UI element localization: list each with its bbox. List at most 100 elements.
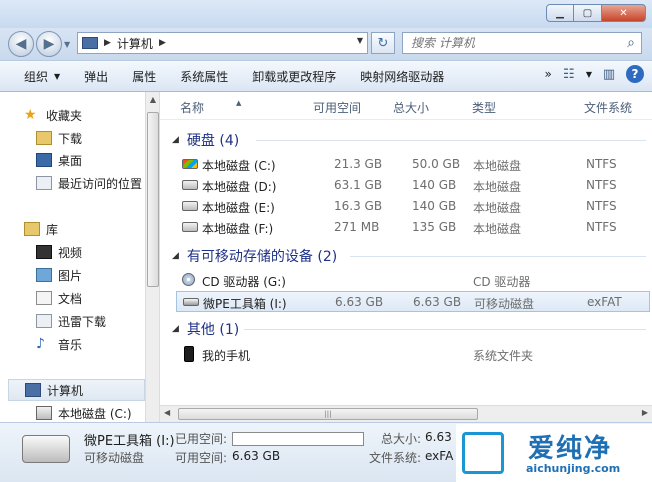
content-hscrollbar[interactable]: ◀ ||| ▶ <box>160 405 652 422</box>
search-input[interactable] <box>411 36 611 50</box>
more-commands-button[interactable]: » <box>545 67 552 81</box>
drive-free: 63.1 GB <box>334 178 383 192</box>
nav-scrollbar[interactable]: ▲ <box>145 92 159 422</box>
refresh-button[interactable]: ↻ <box>371 32 395 54</box>
content-pane: ▲ 名称 可用空间 总大小 类型 文件系统 ◢ 硬盘 (4) 本地磁盘 (C:) … <box>160 92 652 422</box>
drive-type: CD 驱动器 <box>473 275 531 289</box>
nav-local-c[interactable]: 本地磁盘 (C:) <box>36 402 159 422</box>
column-total-size[interactable]: 总大小 <box>393 99 429 116</box>
usb-drive-icon <box>183 298 199 306</box>
details-total-value: 6.63 <box>425 430 452 444</box>
group-other-label: 其他 (1) <box>186 322 240 338</box>
drive-type: 可移动磁盘 <box>474 297 535 311</box>
nav-music[interactable]: ♪ 音乐 <box>36 333 159 355</box>
chevron-right-icon[interactable]: ▶ <box>104 38 111 48</box>
system-properties-label: 系统属性 <box>180 69 229 84</box>
properties-button[interactable]: 属性 <box>120 64 168 88</box>
details-total-label: 总大小: <box>381 432 422 446</box>
view-options-icon[interactable]: ☷ <box>560 65 578 83</box>
search-box: ⌕ <box>402 32 642 54</box>
address-history-dropdown[interactable]: ▼ <box>357 36 363 45</box>
phone-row[interactable]: 我的手机 系统文件夹 <box>178 344 650 365</box>
drive-row-e[interactable]: 本地磁盘 (E:) 16.3 GB 140 GB 本地磁盘 NTFS <box>178 196 650 217</box>
drive-fs: exFAT <box>587 295 622 309</box>
address-row: ◀ ▶ ▼ ▶ 计算机 ▶ ▼ ↻ ⌕ <box>0 28 652 60</box>
maximize-button[interactable]: ▢ <box>574 4 602 22</box>
nav-libraries[interactable]: 库 <box>24 218 159 240</box>
nav-desktop[interactable]: 桌面 <box>36 149 159 171</box>
system-properties-button[interactable]: 系统属性 <box>168 64 240 88</box>
navigation-pane: ★ 收藏夹 下载 桌面 最近访问的位置 库 视频 图片 文档 迅雷下载 ♪ 音乐 计… <box>0 92 160 422</box>
group-removable[interactable]: ◢ 有可移动存储的设备 (2) <box>172 246 337 266</box>
drive-name: CD 驱动器 (G:) <box>202 275 286 289</box>
chevron-down-icon[interactable]: ▼ <box>586 70 592 79</box>
nav-desktop-label: 桌面 <box>58 153 83 168</box>
drive-type: 本地磁盘 <box>473 222 522 236</box>
phone-name: 我的手机 <box>202 349 251 363</box>
drive-row-c[interactable]: 本地磁盘 (C:) 21.3 GB 50.0 GB 本地磁盘 NTFS <box>178 154 650 175</box>
close-button[interactable]: ✕ <box>602 4 646 22</box>
nav-videos[interactable]: 视频 <box>36 241 159 263</box>
scroll-right-icon[interactable]: ▶ <box>642 408 648 417</box>
nav-scroll-thumb[interactable] <box>147 112 159 287</box>
watermark-title: 爱纯净 <box>528 434 613 464</box>
map-network-drive-button[interactable]: 映射网络驱动器 <box>348 64 456 88</box>
column-type[interactable]: 类型 <box>472 99 496 116</box>
scroll-left-icon[interactable]: ◀ <box>164 408 170 417</box>
nav-downloads[interactable]: 下载 <box>36 127 159 149</box>
drive-row-usb[interactable]: 微PE工具箱 (I:) 6.63 GB 6.63 GB 可移动磁盘 exFAT <box>176 291 650 312</box>
drive-icon <box>182 201 198 211</box>
nav-documents-label: 文档 <box>58 291 83 306</box>
group-other[interactable]: ◢ 其他 (1) <box>172 319 239 339</box>
recent-places-icon <box>36 176 52 190</box>
help-icon[interactable]: ? <box>626 65 644 83</box>
recent-pages-dropdown[interactable]: ▼ <box>64 40 70 49</box>
drive-icon <box>36 406 52 420</box>
arrow-right-icon: ▶ <box>43 36 55 52</box>
column-name[interactable]: 名称 <box>180 99 204 116</box>
drive-total: 135 GB <box>412 220 457 234</box>
drive-name: 本地磁盘 (D:) <box>202 180 277 194</box>
nav-favorites[interactable]: ★ 收藏夹 <box>24 104 159 126</box>
drive-name: 本地磁盘 (F:) <box>202 222 274 236</box>
drive-total: 50.0 GB <box>412 157 461 171</box>
chevron-right-icon[interactable]: ▶ <box>159 38 166 48</box>
group-hard-disks[interactable]: ◢ 硬盘 (4) <box>172 130 239 150</box>
nav-computer[interactable]: 计算机 <box>8 379 145 401</box>
collapse-triangle-icon: ◢ <box>172 251 179 261</box>
scroll-up-icon[interactable]: ▲ <box>146 92 159 107</box>
back-button[interactable]: ◀ <box>8 31 34 57</box>
address-bar[interactable]: ▶ 计算机 ▶ ▼ <box>77 32 368 54</box>
watermark: 爱纯净 aichunjing.com <box>456 424 652 482</box>
watermark-url: aichunjing.com <box>526 462 621 475</box>
organize-menu[interactable]: 组织 ▼ <box>0 64 72 88</box>
forward-button[interactable]: ▶ <box>36 31 62 57</box>
uninstall-program-button[interactable]: 卸载或更改程序 <box>240 64 348 88</box>
nav-recent[interactable]: 最近访问的位置 <box>36 172 159 194</box>
eject-button[interactable]: 弹出 <box>72 64 120 88</box>
details-free-label: 可用空间: <box>175 451 228 465</box>
drive-row-f[interactable]: 本地磁盘 (F:) 271 MB 135 GB 本地磁盘 NTFS <box>178 217 650 238</box>
nav-xunlei[interactable]: 迅雷下载 <box>36 310 159 332</box>
group-divider <box>256 140 646 141</box>
preview-pane-icon[interactable]: ▥ <box>600 65 618 83</box>
details-name: 微PE工具箱 (I:) <box>84 434 175 449</box>
arrow-left-icon: ◀ <box>15 36 27 52</box>
drive-row-d[interactable]: 本地磁盘 (D:) 63.1 GB 140 GB 本地磁盘 NTFS <box>178 175 650 196</box>
content-scroll-thumb[interactable]: ||| <box>178 408 478 420</box>
minimize-button[interactable]: ▁ <box>546 4 574 22</box>
search-icon[interactable]: ⌕ <box>627 35 635 51</box>
nav-documents[interactable]: 文档 <box>36 287 159 309</box>
drive-fs: NTFS <box>586 178 617 192</box>
drive-name: 本地磁盘 (E:) <box>202 201 275 215</box>
details-used-label: 已用空间: <box>175 432 228 446</box>
drive-row-cd[interactable]: CD 驱动器 (G:) CD 驱动器 <box>178 270 650 291</box>
column-file-system[interactable]: 文件系统 <box>584 99 632 116</box>
phone-type: 系统文件夹 <box>473 349 534 363</box>
column-headers: ▲ 名称 可用空间 总大小 类型 文件系统 <box>160 92 652 120</box>
nav-pictures[interactable]: 图片 <box>36 264 159 286</box>
breadcrumb-computer[interactable]: 计算机 <box>117 35 153 52</box>
drive-name: 微PE工具箱 (I:) <box>203 297 287 311</box>
drive-icon <box>182 222 198 232</box>
column-free-space[interactable]: 可用空间 <box>313 99 361 116</box>
